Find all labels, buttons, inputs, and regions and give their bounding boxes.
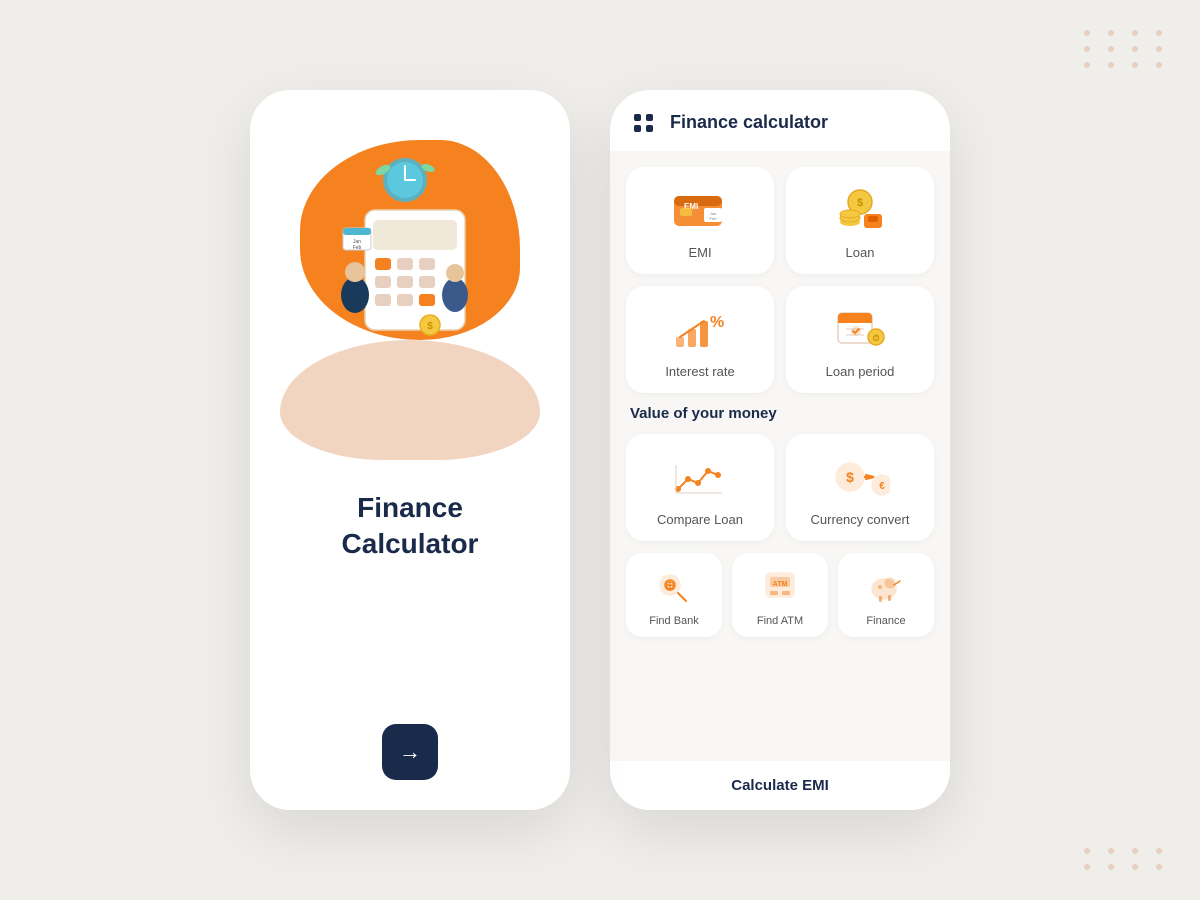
- phone-title: Finance Calculator: [342, 490, 479, 563]
- feature-card-interest-rate[interactable]: % Interest rate: [626, 286, 774, 393]
- find-bank-label: Find Bank: [649, 615, 699, 627]
- find-atm-label: Find ATM: [757, 615, 803, 627]
- emi-icon: EMI Jan Feb: [670, 185, 730, 235]
- feature-grid-row1: EMI Jan Feb EMI: [626, 167, 934, 274]
- calculate-emi-label: Calculate EMI: [731, 777, 829, 794]
- arrow-icon: →: [399, 739, 421, 765]
- feature-grid-row2: % Interest rate: [626, 286, 934, 393]
- emi-label: EMI: [688, 245, 711, 260]
- loan-period-label: Loan period: [826, 364, 895, 379]
- find-bank-icon: ⊕: [652, 567, 696, 607]
- svg-text:€: €: [879, 481, 885, 492]
- loan-icon: $: [830, 185, 890, 235]
- calc-illustration: $ Jan Feb: [295, 150, 525, 370]
- svg-text:%: %: [710, 314, 724, 331]
- svg-text:Feb: Feb: [710, 216, 718, 221]
- svg-text:⏱: ⏱: [872, 333, 879, 343]
- main-content: $ Jan Feb Finance Calculator → Finance c…: [250, 90, 950, 810]
- right-header-title: Finance calculator: [670, 112, 828, 133]
- value-section-title: Value of your money: [626, 405, 934, 422]
- find-atm-icon: ATM: [758, 567, 802, 607]
- bottom-cta-bar[interactable]: Calculate EMI: [610, 761, 950, 810]
- svg-text:ATM: ATM: [773, 581, 788, 588]
- currency-convert-icon: $ €: [830, 452, 890, 502]
- feature-grid-row4: ⊕ Find Bank: [626, 553, 934, 637]
- compare-loan-label: Compare Loan: [657, 512, 743, 527]
- svg-text:$: $: [857, 197, 863, 209]
- feature-grid-row3: Compare Loan $ €: [626, 434, 934, 541]
- right-header: Finance calculator: [610, 90, 950, 151]
- svg-text:$: $: [846, 469, 854, 485]
- interest-rate-label: Interest rate: [665, 364, 734, 379]
- feature-card-emi[interactable]: EMI Jan Feb EMI: [626, 167, 774, 274]
- finance-icon: [864, 567, 908, 607]
- feature-card-compare-loan[interactable]: Compare Loan: [626, 434, 774, 541]
- menu-icon[interactable]: [634, 114, 654, 132]
- right-phone-card: Finance calculator EMI Jan: [610, 90, 950, 810]
- feature-card-find-bank[interactable]: ⊕ Find Bank: [626, 553, 722, 637]
- illustration-area: $ Jan Feb: [275, 120, 545, 460]
- get-started-button[interactable]: →: [382, 724, 438, 780]
- svg-text:$: $: [427, 321, 433, 332]
- dot-decoration-top-right: [1084, 30, 1170, 68]
- left-phone-card: $ Jan Feb Finance Calculator →: [250, 90, 570, 810]
- dot-decoration-bottom-right: [1084, 848, 1170, 870]
- finance-label: Finance: [866, 615, 905, 627]
- feature-card-find-atm[interactable]: ATM Find ATM: [732, 553, 828, 637]
- feature-card-finance[interactable]: Finance: [838, 553, 934, 637]
- currency-convert-label: Currency convert: [811, 512, 910, 527]
- compare-loan-icon: [670, 452, 730, 502]
- loan-period-icon: ⏱: [830, 304, 890, 354]
- feature-card-loan-period[interactable]: ⏱ Loan period: [786, 286, 934, 393]
- feature-card-currency-convert[interactable]: $ € Currency convert: [786, 434, 934, 541]
- svg-text:Feb: Feb: [353, 245, 362, 251]
- right-content: EMI Jan Feb EMI: [610, 151, 950, 761]
- feature-card-loan[interactable]: $ Loan: [786, 167, 934, 274]
- interest-rate-icon: %: [670, 304, 730, 354]
- loan-label: Loan: [846, 245, 875, 260]
